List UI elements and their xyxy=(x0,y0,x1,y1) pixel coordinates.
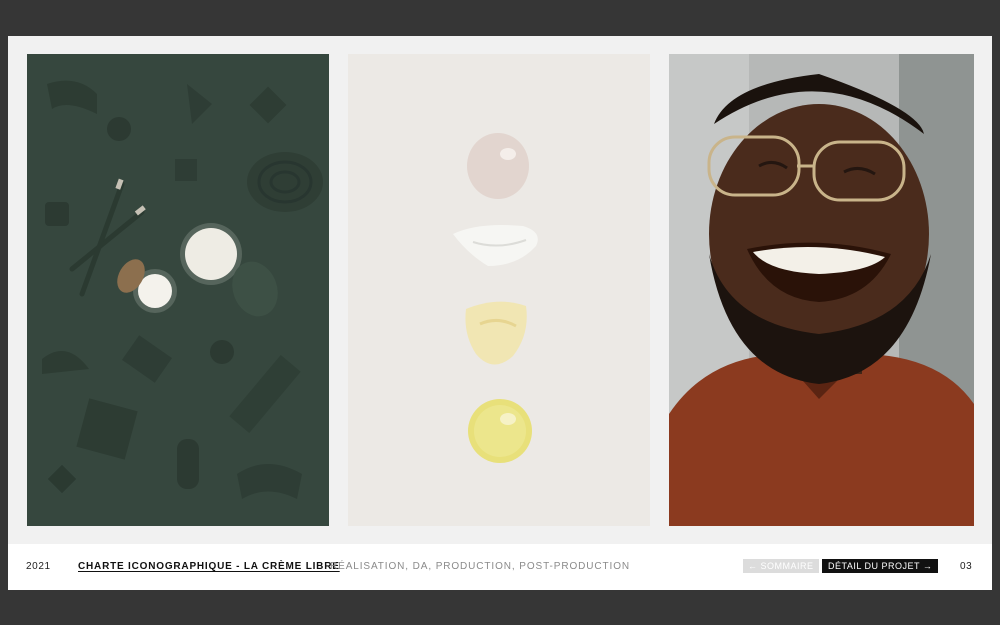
image-gallery xyxy=(8,36,992,544)
smiling-portrait-image xyxy=(669,54,974,526)
photo-smiling-portrait[interactable] xyxy=(669,54,974,526)
cream-swatches-image xyxy=(348,54,650,526)
photo-green-flatlay[interactable] xyxy=(27,54,329,526)
project-sheet: 2021 CHARTE ICONOGRAPHIQUE - LA CRÈME LI… xyxy=(8,36,992,590)
project-title-link[interactable]: CHARTE ICONOGRAPHIQUE - LA CRÈME LIBRE xyxy=(78,561,340,572)
green-flatlay-image xyxy=(27,54,329,526)
photo-cream-swatches[interactable] xyxy=(348,54,650,526)
project-detail-button[interactable]: DÉTAIL DU PROJET → xyxy=(822,559,939,573)
project-year: 2021 xyxy=(26,561,51,572)
project-footer: 2021 CHARTE ICONOGRAPHIQUE - LA CRÈME LI… xyxy=(8,544,992,590)
project-description: RÉALISATION, DA, PRODUCTION, POST-PRODUC… xyxy=(330,561,630,572)
back-to-summary-button[interactable]: ← SOMMAIRE xyxy=(743,559,819,573)
page-number: 03 xyxy=(960,561,973,572)
